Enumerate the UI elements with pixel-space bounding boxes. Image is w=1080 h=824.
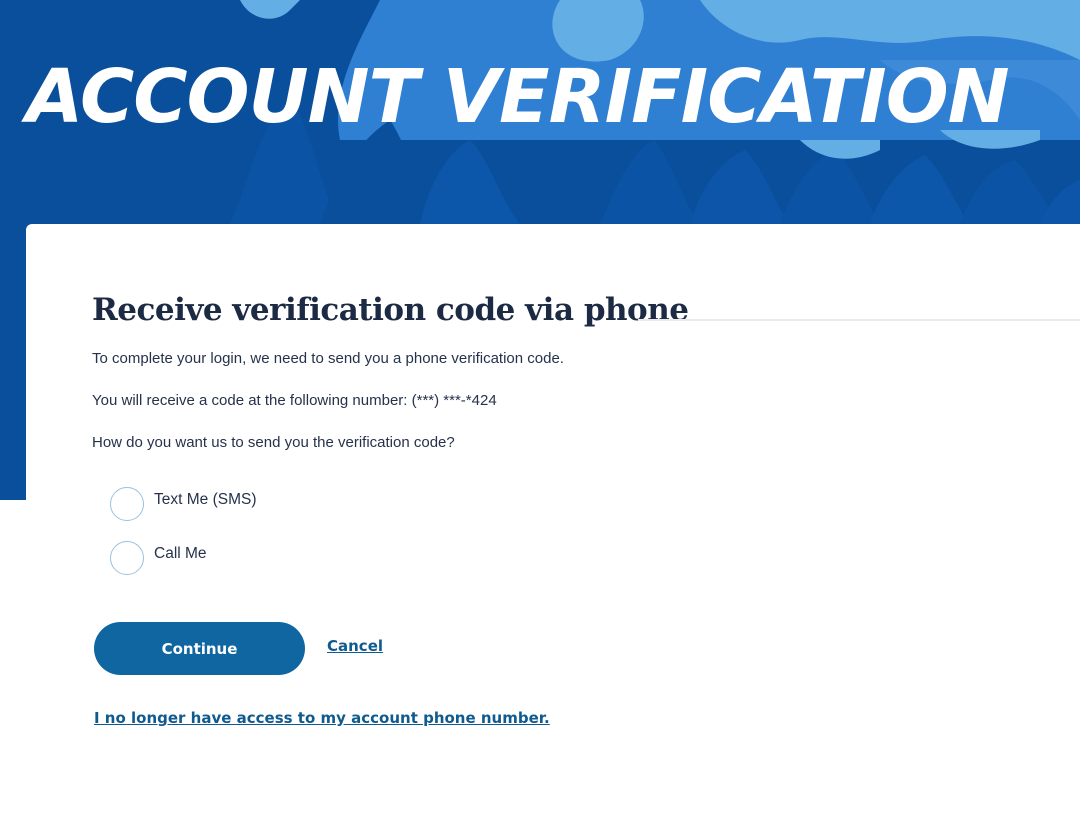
cancel-link[interactable]: Cancel (327, 637, 383, 655)
page-title: ACCOUNT VERIFICATION (26, 54, 1010, 140)
no-access-link[interactable]: I no longer have access to my account ph… (94, 709, 550, 727)
intro-text: To complete your login, we need to send … (92, 350, 564, 367)
phone-number-text: You will receive a code at the following… (92, 392, 497, 409)
option-call[interactable]: Call Me (110, 541, 207, 575)
sms-radio[interactable] (110, 487, 144, 521)
call-label: Call Me (154, 545, 207, 562)
call-radio[interactable] (110, 541, 144, 575)
sms-label: Text Me (SMS) (154, 491, 257, 508)
verification-card: Receive verification code via phone To c… (26, 224, 1080, 824)
option-sms[interactable]: Text Me (SMS) (110, 487, 256, 521)
card-heading: Receive verification code via phone (92, 292, 689, 328)
continue-button[interactable]: Continue (94, 622, 305, 675)
heading-divider (638, 319, 1080, 321)
delivery-question: How do you want us to send you the verif… (92, 434, 455, 451)
